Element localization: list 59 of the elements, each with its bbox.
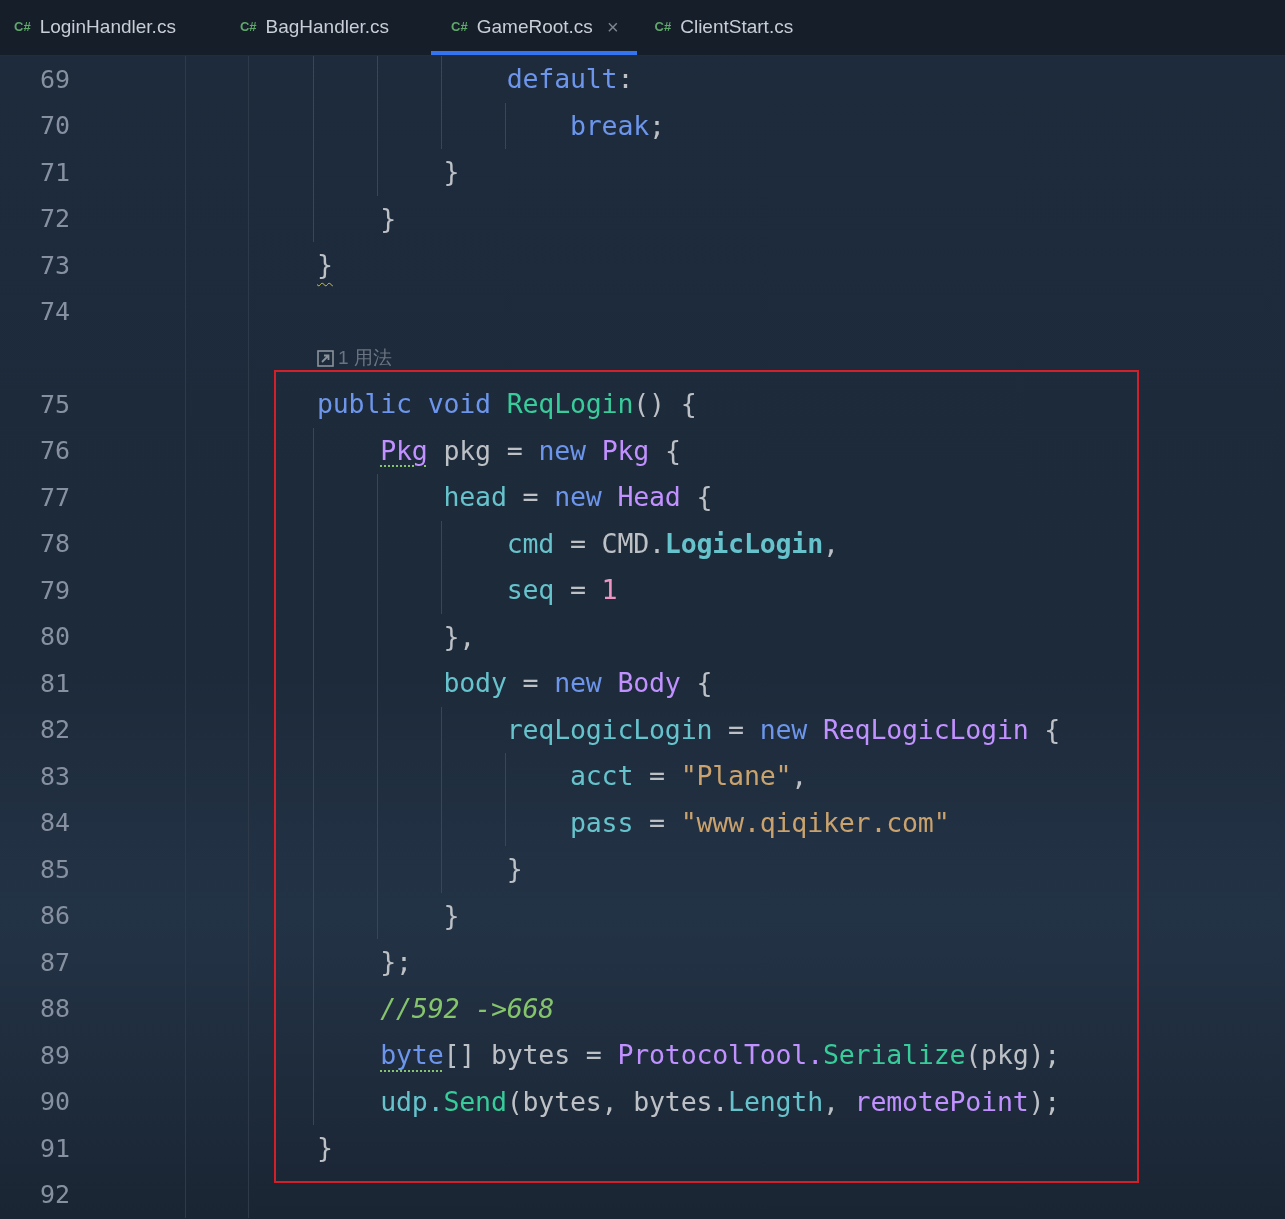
code-line: acct = "Plane", <box>569 759 808 794</box>
code-line: cmd = CMD.LogicLogin, <box>505 526 839 561</box>
line-number: 74 <box>40 296 71 328</box>
line-number: 82 <box>40 714 71 746</box>
tab-label: ClientStart.cs <box>680 14 794 39</box>
code-line: pass = "www.qiqiker.com" <box>569 805 950 840</box>
line-number: 70 <box>40 110 71 142</box>
code-line: default: <box>505 62 634 97</box>
file-tab[interactable]: C# LoginHandler.cs <box>12 0 192 55</box>
code-line: body = new Body { <box>442 666 713 701</box>
line-number: 77 <box>40 481 71 514</box>
code-line: } <box>442 898 460 933</box>
line-number: 81 <box>40 667 71 700</box>
csharp-file-icon: C# <box>239 17 257 37</box>
line-number: 88 <box>40 993 71 1025</box>
close-icon[interactable]: × <box>606 12 619 42</box>
csharp-file-icon: C# <box>654 17 672 37</box>
line-number: 71 <box>40 156 71 189</box>
code-line: udp.Send(bytes, bytes.Length, remotePoint); <box>379 1084 1061 1119</box>
code-line: } <box>379 201 397 236</box>
code-line: } <box>505 852 523 887</box>
file-tab[interactable]: C# ClientStart.cs <box>652 0 810 55</box>
line-number: 91 <box>40 1132 71 1165</box>
line-number: 85 <box>40 853 71 886</box>
line-number: 72 <box>40 203 71 235</box>
line-number: 73 <box>40 249 71 282</box>
line-number: 92 <box>40 1179 71 1211</box>
code-line: public void ReqLogin() { <box>317 387 697 422</box>
code-line: seq = 1 <box>505 573 618 608</box>
code-line: } <box>317 248 333 283</box>
line-number: 76 <box>40 435 71 467</box>
code-line: head = new Head { <box>442 480 713 515</box>
code-line: //592 ->668 <box>379 991 555 1026</box>
code-line: }; <box>379 945 412 980</box>
line-number: 78 <box>40 528 71 560</box>
line-number: 87 <box>40 946 71 979</box>
file-tab[interactable]: C# BagHandler.cs <box>237 0 406 55</box>
code-line: } <box>317 1131 333 1166</box>
tab-label: LoginHandler.cs <box>39 14 176 39</box>
external-link-icon <box>317 349 334 367</box>
code-line: }, <box>442 619 476 654</box>
line-number: 89 <box>40 1039 71 1072</box>
tab-label: GameRoot.cs <box>476 14 593 39</box>
line-number: 86 <box>40 900 71 932</box>
code-line: Pkg pkg = new Pkg { <box>379 433 681 468</box>
line-number: 83 <box>40 760 71 793</box>
code-line: byte[] bytes = ProtocolTool.Serialize(pkg); <box>379 1038 1061 1073</box>
csharp-file-icon: C# <box>14 17 31 37</box>
line-number: 69 <box>40 63 71 96</box>
line-number: 80 <box>40 621 71 653</box>
code-line: } <box>442 155 460 190</box>
code-line: reqLogicLogin = new ReqLogicLogin { <box>505 712 1061 747</box>
line-number: 79 <box>40 574 71 607</box>
line-number: 84 <box>40 807 71 839</box>
tab-label: BagHandler.cs <box>265 14 390 39</box>
line-number: 90 <box>40 1086 71 1118</box>
line-number: 75 <box>40 388 71 421</box>
code-line: break; <box>569 108 665 143</box>
csharp-file-icon: C# <box>451 17 468 37</box>
